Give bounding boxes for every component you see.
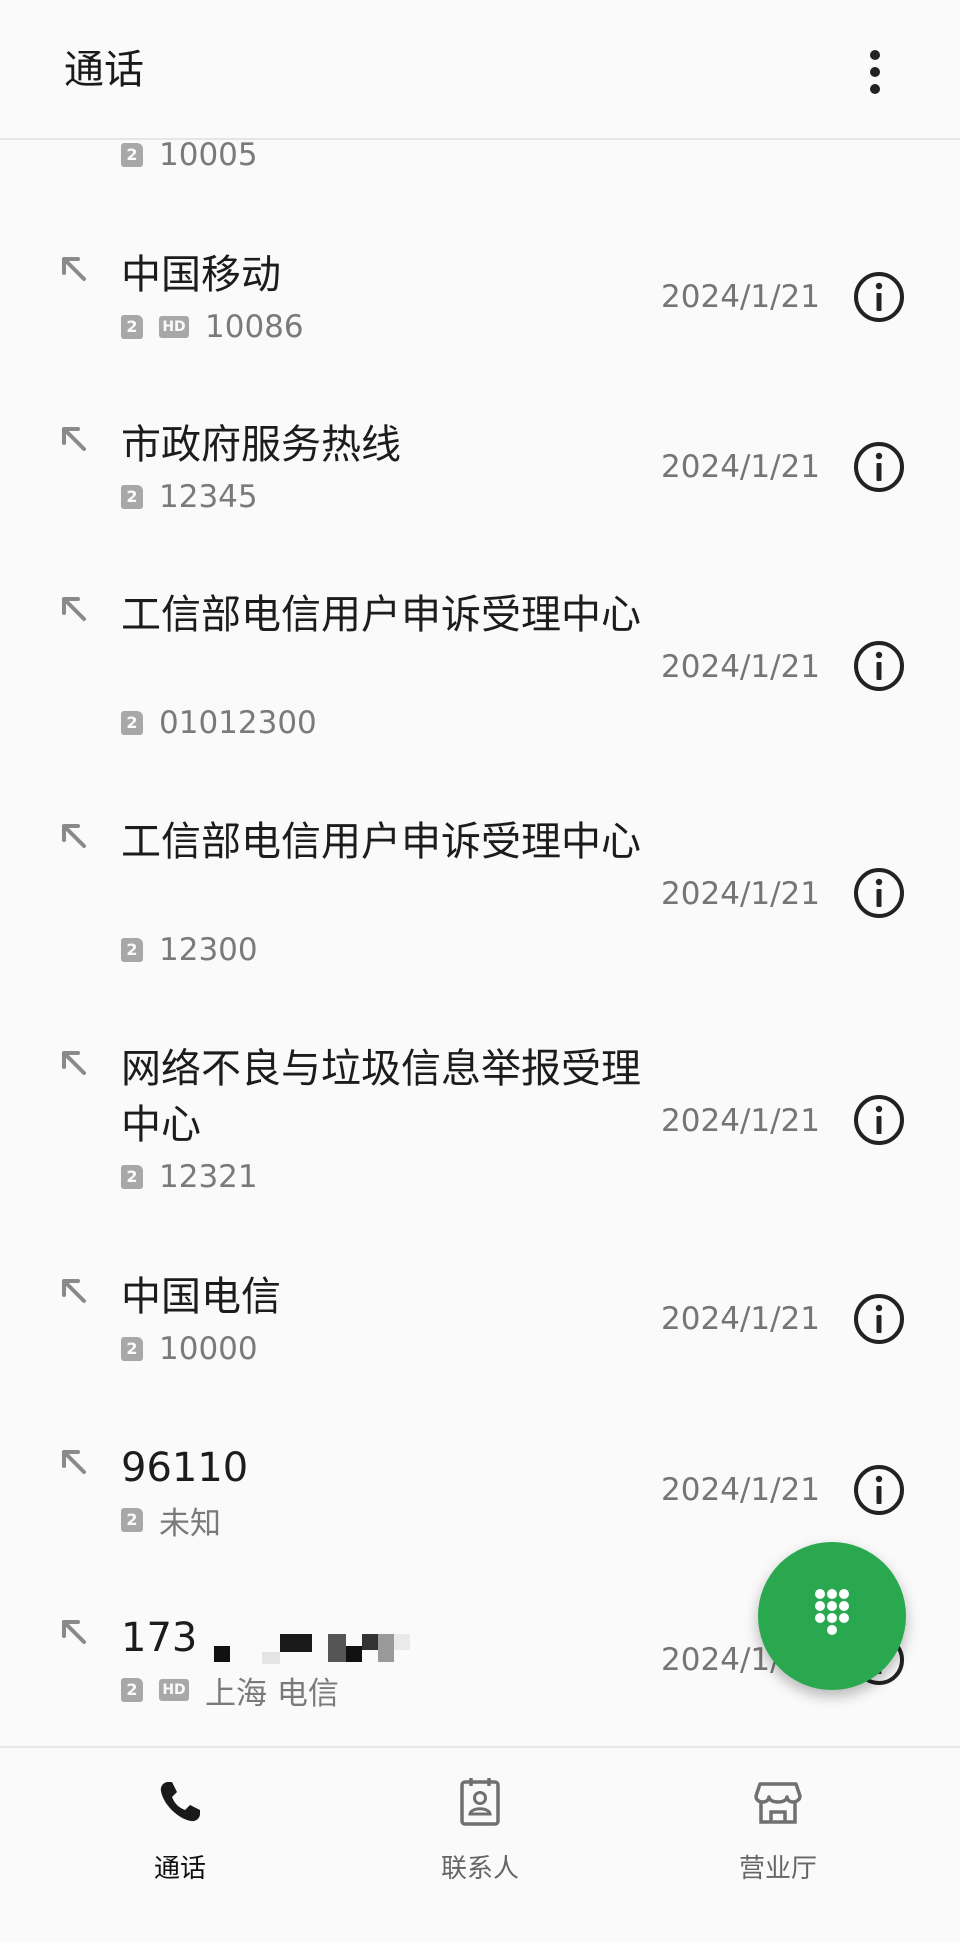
call-number: 10086 [205, 309, 304, 345]
call-list[interactable]: 2 10005 中国移动 2 HD 10086 2024/1/21 市政府服务热… [0, 0, 960, 1746]
call-row[interactable]: 工信部电信用户申诉受理中心 2 01012300 2024/1/21 [0, 575, 960, 775]
call-subline: 2 12300 [121, 930, 258, 970]
sim-2-icon: 2 [121, 1337, 143, 1361]
call-number: 12300 [159, 932, 258, 968]
info-icon[interactable] [852, 639, 906, 693]
sim-2-icon: 2 [121, 711, 143, 735]
outgoing-call-icon [62, 597, 86, 621]
outgoing-call-icon [62, 824, 86, 848]
call-date: 2024/1/21 [661, 279, 820, 315]
call-date: 2024/1/21 [661, 1103, 820, 1139]
call-number: 10000 [159, 1331, 258, 1367]
hd-voice-icon: HD [159, 1679, 189, 1701]
redaction-mosaic [362, 1634, 378, 1650]
contact-name: 173 [121, 1615, 198, 1661]
info-icon[interactable] [852, 1093, 906, 1147]
info-icon[interactable] [852, 270, 906, 324]
store-icon [754, 1782, 802, 1824]
redaction-mosaic [214, 1646, 230, 1662]
call-subline: 2 12321 [121, 1157, 258, 1197]
outgoing-call-icon [62, 427, 86, 451]
dialpad-button[interactable] [758, 1542, 906, 1690]
contact-name: 中国移动 [121, 252, 281, 298]
outgoing-call-icon [62, 1279, 86, 1303]
call-number: 12321 [159, 1159, 258, 1195]
info-icon[interactable] [852, 1463, 906, 1517]
sim-2-icon: 2 [121, 1165, 143, 1189]
info-icon[interactable] [852, 1292, 906, 1346]
call-date: 2024/1/21 [661, 876, 820, 912]
contact-name: 工信部电信用户申诉受理中心 [121, 819, 641, 865]
outgoing-call-icon [62, 257, 86, 281]
call-number: 未知 [159, 1505, 221, 1542]
call-row[interactable]: 中国电信 2 10000 2024/1/21 [0, 1257, 960, 1397]
call-date: 2024/1/21 [661, 1472, 820, 1508]
call-subline: 2 未知 [121, 1500, 221, 1542]
call-date: 2024/1/21 [661, 1301, 820, 1337]
hd-voice-icon: HD [159, 316, 189, 338]
more-vert-icon[interactable] [850, 44, 900, 100]
call-row[interactable]: 网络不良与垃圾信息举报受理中心 2 12321 2024/1/21 [0, 1029, 960, 1229]
nav-label: 营业厅 [738, 1854, 817, 1884]
call-date: 2024/1/21 [661, 649, 820, 685]
contact-name: 96110 [121, 1445, 249, 1491]
call-location: 上海 电信 [205, 1675, 339, 1712]
sim-2-icon: 2 [121, 938, 143, 962]
nav-item-store[interactable]: 营业厅 [678, 1776, 878, 1886]
contact-name: 中国电信 [121, 1274, 281, 1320]
call-subline: 2 12345 [121, 477, 258, 517]
outgoing-call-icon [62, 1450, 86, 1474]
call-subline: 2 10005 [121, 135, 258, 175]
call-subline: 2 01012300 [121, 703, 317, 743]
call-subline: 2 10000 [121, 1329, 258, 1369]
contact-name: 市政府服务热线 [121, 422, 401, 468]
redaction-mosaic [378, 1634, 394, 1662]
nav-label: 通话 [153, 1854, 206, 1884]
sim-2-icon: 2 [121, 143, 143, 167]
sim-2-icon: 2 [121, 1508, 143, 1532]
sim-2-icon: 2 [121, 1678, 143, 1702]
call-number: 01012300 [159, 705, 317, 741]
redaction-mosaic [394, 1634, 410, 1650]
nav-item-contacts[interactable]: 联系人 [380, 1776, 580, 1886]
redaction-mosaic [346, 1646, 362, 1662]
phone-icon [160, 1782, 200, 1822]
dialpad-icon [815, 1589, 849, 1635]
nav-label: 联系人 [440, 1854, 519, 1884]
bottom-navigation: 通话 联系人 营业厅 [0, 1746, 960, 1942]
call-date: 2024/1/21 [661, 449, 820, 485]
redaction-mosaic [262, 1652, 280, 1664]
sim-2-icon: 2 [121, 315, 143, 339]
call-subline: 2 HD 上海 电信 [121, 1670, 339, 1712]
contact-name: 网络不良与垃圾信息举报受理中心 [121, 1046, 641, 1148]
contacts-icon [460, 1778, 500, 1826]
page-title: 通话 [64, 47, 144, 93]
outgoing-call-icon [62, 1620, 86, 1644]
call-subline: 2 HD 10086 [121, 307, 304, 347]
call-row[interactable]: 中国移动 2 HD 10086 2024/1/21 [0, 235, 960, 375]
call-row[interactable]: 市政府服务热线 2 12345 2024/1/21 [0, 405, 960, 545]
nav-item-calls[interactable]: 通话 [80, 1776, 280, 1886]
call-row[interactable]: 工信部电信用户申诉受理中心 2 12300 2024/1/21 [0, 802, 960, 1002]
outgoing-call-icon [62, 1051, 86, 1075]
sim-2-icon: 2 [121, 485, 143, 509]
app-bar: 通话 [0, 0, 960, 140]
redaction-mosaic [328, 1634, 346, 1662]
call-number: 10005 [159, 137, 258, 173]
call-number: 12345 [159, 479, 258, 515]
info-icon[interactable] [852, 440, 906, 494]
info-icon[interactable] [852, 866, 906, 920]
call-log-screen: 2 10005 中国移动 2 HD 10086 2024/1/21 市政府服务热… [0, 0, 960, 1942]
contact-name: 工信部电信用户申诉受理中心 [121, 592, 641, 638]
redaction-mosaic [280, 1634, 312, 1652]
